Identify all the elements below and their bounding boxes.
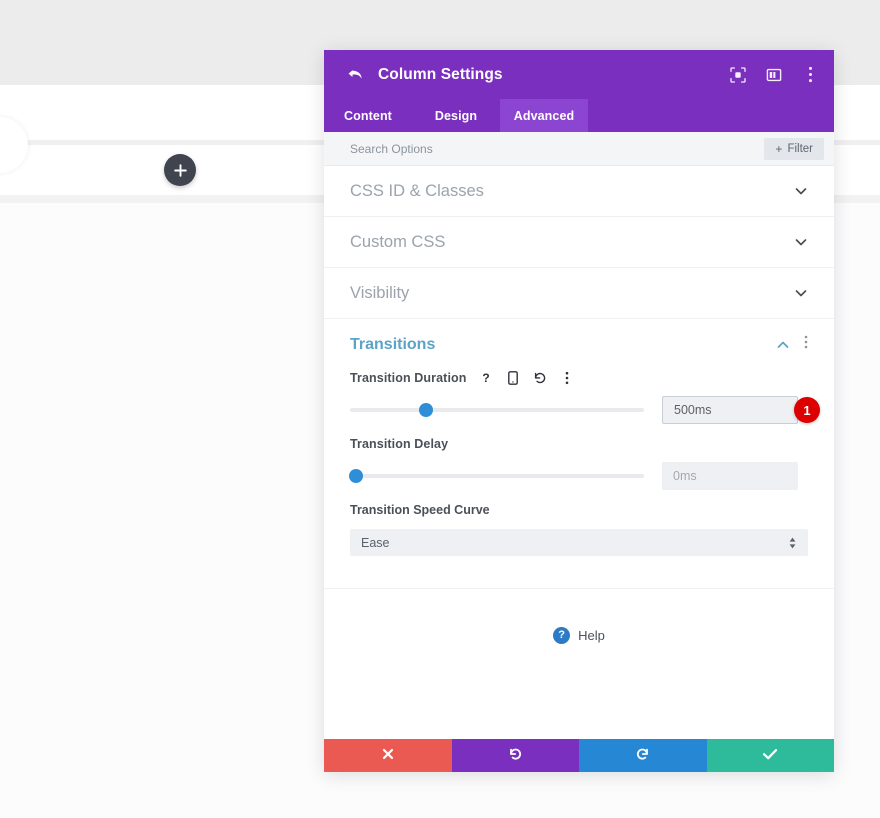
duration-slider[interactable]: [350, 401, 644, 419]
section-custom-css[interactable]: Custom CSS: [324, 217, 834, 268]
tab-advanced[interactable]: Advanced: [500, 99, 588, 132]
duration-field-icons: ?: [479, 370, 574, 385]
close-x-icon: [381, 747, 395, 764]
section-controls: [794, 286, 808, 300]
undo-arrow-icon: [508, 747, 523, 765]
status-badge: 1: [794, 397, 820, 423]
speed-curve-value: Ease: [361, 536, 390, 550]
more-vertical-icon[interactable]: [804, 335, 808, 354]
search-row: + Filter: [324, 132, 834, 166]
help-link[interactable]: ? Help: [324, 589, 834, 682]
field-label: Transition Delay: [350, 437, 448, 451]
section-title: Custom CSS: [350, 233, 445, 252]
header-actions: [728, 65, 820, 85]
undo-button[interactable]: [452, 739, 580, 772]
field-label: Transition Speed Curve: [350, 503, 808, 517]
modal-footer: [324, 739, 834, 772]
cancel-button[interactable]: [324, 739, 452, 772]
section-controls: [776, 335, 808, 354]
search-input[interactable]: [350, 142, 764, 156]
help-question-icon: ?: [553, 627, 570, 644]
chevron-down-icon[interactable]: [794, 184, 808, 198]
field-transition-speed-curve: Transition Speed Curve Ease: [350, 503, 808, 556]
modal-header: Column Settings: [324, 50, 834, 99]
field-transition-delay: Transition Delay: [350, 437, 808, 485]
redo-button[interactable]: [579, 739, 707, 772]
duration-label-row: Transition Duration ?: [350, 370, 808, 385]
filter-label: Filter: [787, 143, 813, 155]
back-arrow-icon[interactable]: [344, 64, 366, 86]
section-title: CSS ID & Classes: [350, 182, 484, 201]
settings-body: CSS ID & Classes Custom CSS Visibility: [324, 166, 834, 739]
reset-undo-icon[interactable]: [533, 370, 547, 385]
slider-track: [350, 408, 644, 412]
svg-text:?: ?: [482, 371, 489, 385]
delay-label-row: Transition Delay: [350, 437, 808, 451]
slider-thumb[interactable]: [419, 403, 433, 417]
save-button[interactable]: [707, 739, 835, 772]
field-transition-duration: Transition Duration ?: [350, 370, 808, 419]
tab-content[interactable]: Content: [324, 99, 412, 132]
tab-design[interactable]: Design: [412, 99, 500, 132]
delay-value-input[interactable]: [662, 462, 798, 490]
transitions-content: Transition Duration ?: [324, 370, 834, 588]
add-module-button[interactable]: [164, 154, 196, 186]
focus-icon[interactable]: [728, 65, 748, 85]
section-visibility[interactable]: Visibility: [324, 268, 834, 319]
section-transitions: Transitions: [324, 319, 834, 589]
column-settings-modal: Column Settings: [324, 50, 834, 772]
slider-thumb[interactable]: [349, 469, 363, 483]
speed-curve-select[interactable]: Ease: [350, 529, 808, 556]
chevron-down-icon[interactable]: [794, 235, 808, 249]
duration-value-input[interactable]: [662, 396, 798, 424]
section-title: Transitions: [350, 336, 435, 354]
chevron-up-icon[interactable]: [776, 338, 790, 352]
section-transitions-header[interactable]: Transitions: [324, 319, 834, 370]
mobile-device-icon[interactable]: [506, 370, 520, 385]
page-title: Column Settings: [378, 66, 503, 84]
select-updown-icon: [788, 536, 797, 550]
section-controls: [794, 184, 808, 198]
help-question-icon[interactable]: ?: [479, 370, 493, 385]
help-label: Help: [578, 628, 605, 643]
field-label: Transition Duration: [350, 371, 467, 385]
section-title: Visibility: [350, 284, 409, 303]
plus-icon: +: [775, 143, 782, 155]
more-vertical-icon[interactable]: [560, 370, 574, 385]
duration-slider-row: 1: [350, 401, 808, 419]
layout-columns-icon[interactable]: [764, 65, 784, 85]
delay-slider[interactable]: [350, 467, 644, 485]
slider-track: [350, 474, 644, 478]
delay-slider-row: [350, 467, 808, 485]
chevron-down-icon[interactable]: [794, 286, 808, 300]
filter-button[interactable]: + Filter: [764, 138, 824, 160]
check-icon: [762, 747, 778, 764]
section-css-id-classes[interactable]: CSS ID & Classes: [324, 166, 834, 217]
redo-arrow-icon: [635, 747, 650, 765]
plus-icon: [174, 164, 187, 177]
more-vertical-icon[interactable]: [800, 65, 820, 85]
section-controls: [794, 235, 808, 249]
modal-tabs: Content Design Advanced: [324, 99, 834, 132]
